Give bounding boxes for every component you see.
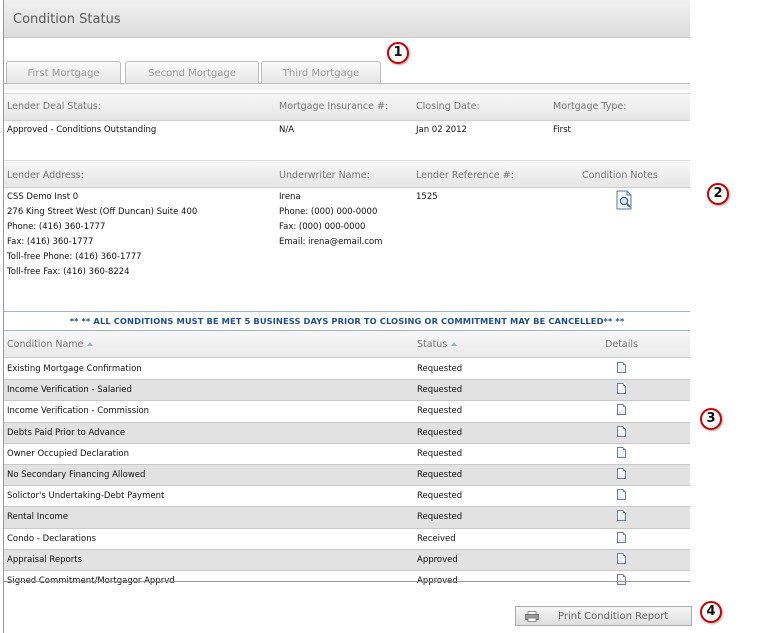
- callout-badge: 2: [707, 183, 729, 205]
- details-document-icon[interactable]: [617, 552, 626, 564]
- table-row: Existing Mortgage Confirmation Requested: [4, 359, 690, 381]
- closing-notice: ** ** ALL CONDITIONS MUST BE MET 5 BUSIN…: [4, 311, 690, 331]
- details-document-icon[interactable]: [617, 573, 626, 585]
- lender-info-header: Lender Address: Underwriter Name: Lender…: [4, 160, 690, 188]
- table-bottom-border: [4, 581, 690, 582]
- condition-status-panel: Condition Status First Mortgage Second M…: [3, 0, 692, 633]
- address-line: CSS Demo Inst 0: [7, 192, 79, 202]
- mortgage-insurance-label: Mortgage Insurance #:: [279, 101, 389, 112]
- underwriter-line: Phone: (000) 000-0000: [279, 207, 378, 217]
- table-row: Rental Income Requested: [4, 507, 690, 529]
- condition-name-cell: Income Verification - Commission: [7, 406, 150, 417]
- closing-date-label: Closing Date:: [416, 101, 480, 112]
- closing-date-value: Jan 02 2012: [416, 125, 467, 135]
- address-line: 276 King Street West (Off Duncan) Suite …: [7, 207, 198, 217]
- condition-name-cell: Solictor's Undertaking-Debt Payment: [7, 491, 165, 502]
- tab-second-mortgage[interactable]: Second Mortgage: [125, 61, 259, 83]
- print-button-label: Print Condition Report: [558, 611, 669, 622]
- details-document-icon[interactable]: [617, 510, 626, 522]
- table-row: No Secondary Financing Allowed Requested: [4, 464, 690, 487]
- table-row: Debts Paid Prior to Advance Requested: [4, 422, 690, 444]
- details-document-icon[interactable]: [617, 362, 626, 373]
- details-document-icon[interactable]: [617, 446, 626, 458]
- status-cell: Approved: [417, 554, 458, 565]
- panel-header: Condition Status: [4, 0, 690, 38]
- address-line: Phone: (416) 360-1777: [7, 222, 106, 232]
- condition-name-cell: Existing Mortgage Confirmation: [7, 364, 142, 374]
- printer-icon: [525, 611, 539, 622]
- status-cell: Requested: [417, 364, 463, 374]
- address-line: Fax: (416) 360-1777: [7, 237, 94, 247]
- condition-name-cell: Income Verification - Salaried: [7, 385, 132, 396]
- lender-deal-status-label: Lender Deal Status:: [7, 101, 101, 112]
- details-document-icon[interactable]: [617, 467, 626, 479]
- deal-info-header: Lender Deal Status: Mortgage Insurance #…: [4, 93, 690, 121]
- address-line: Toll-free Fax: (416) 360-8224: [7, 267, 130, 277]
- lender-address-label: Lender Address:: [7, 170, 84, 181]
- condition-name-cell: Rental Income: [7, 512, 69, 523]
- callout-badge: 4: [700, 601, 722, 623]
- table-row: Solictor's Undertaking-Debt Payment Requ…: [4, 486, 690, 508]
- underwriter-line: Irena: [279, 192, 301, 202]
- conditions-table-body: Existing Mortgage Confirmation Requested…: [4, 359, 690, 591]
- tab-third-mortgage[interactable]: Third Mortgage: [261, 61, 381, 83]
- address-line: Toll-free Phone: (416) 360-1777: [7, 252, 142, 262]
- condition-notes-icon[interactable]: [615, 190, 633, 210]
- table-row: Condo - Declarations Received: [4, 529, 690, 550]
- sort-icon: [87, 342, 94, 346]
- sort-icon: [451, 342, 458, 346]
- underwriter-line: Fax: (000) 000-0000: [279, 222, 366, 232]
- details-column-header: Details: [605, 339, 638, 350]
- mortgage-insurance-value: N/A: [279, 125, 295, 135]
- details-document-icon[interactable]: [617, 489, 626, 501]
- mortgage-type-value: First: [553, 125, 571, 135]
- condition-name-cell: Appraisal Reports: [7, 554, 82, 565]
- details-document-icon[interactable]: [617, 404, 626, 416]
- table-row: Income Verification - Salaried Requested: [4, 380, 690, 402]
- tab-first-mortgage[interactable]: First Mortgage: [6, 61, 121, 83]
- condition-name-header-label: Condition Name: [7, 339, 84, 350]
- mortgage-type-label: Mortgage Type:: [553, 101, 627, 112]
- condition-notes-label: Condition Notes: [582, 170, 658, 181]
- condition-name-cell: Owner Occupied Declaration: [7, 448, 129, 459]
- status-cell: Requested: [417, 427, 463, 438]
- lender-deal-status-value: Approved - Conditions Outstanding: [7, 125, 157, 135]
- status-column-header[interactable]: Status: [417, 339, 458, 350]
- status-cell: Requested: [417, 406, 463, 417]
- details-document-icon[interactable]: [617, 383, 626, 395]
- status-header-label: Status: [417, 339, 448, 350]
- underwriter-name-label: Underwriter Name:: [279, 170, 370, 181]
- table-row: Appraisal Reports Approved: [4, 549, 690, 571]
- callout-badge: 3: [700, 408, 722, 430]
- condition-name-cell: Debts Paid Prior to Advance: [7, 427, 126, 438]
- condition-name-cell: Condo - Declarations: [7, 533, 97, 544]
- lender-reference-label: Lender Reference #:: [416, 170, 514, 181]
- tab-underline: [4, 83, 690, 90]
- page-title: Condition Status: [13, 12, 121, 27]
- status-cell: Requested: [417, 491, 463, 502]
- table-row: Income Verification - Commission Request…: [4, 401, 690, 423]
- details-document-icon[interactable]: [617, 425, 626, 437]
- status-cell: Requested: [417, 512, 463, 523]
- status-cell: Requested: [417, 448, 463, 459]
- condition-name-cell: No Secondary Financing Allowed: [7, 469, 146, 480]
- lender-reference-value: 1525: [416, 192, 438, 202]
- table-row: Owner Occupied Declaration Requested: [4, 444, 690, 465]
- conditions-table-header: Condition Name Status Details: [4, 331, 690, 358]
- status-cell: Requested: [417, 385, 463, 396]
- print-condition-report-button[interactable]: Print Condition Report: [515, 606, 692, 626]
- status-cell: Requested: [417, 469, 463, 480]
- status-cell: Received: [417, 533, 456, 544]
- condition-name-column-header[interactable]: Condition Name: [7, 339, 94, 350]
- callout-badge: 1: [387, 42, 409, 64]
- underwriter-line: Email: irena@email.com: [279, 237, 383, 247]
- details-document-icon[interactable]: [617, 531, 626, 543]
